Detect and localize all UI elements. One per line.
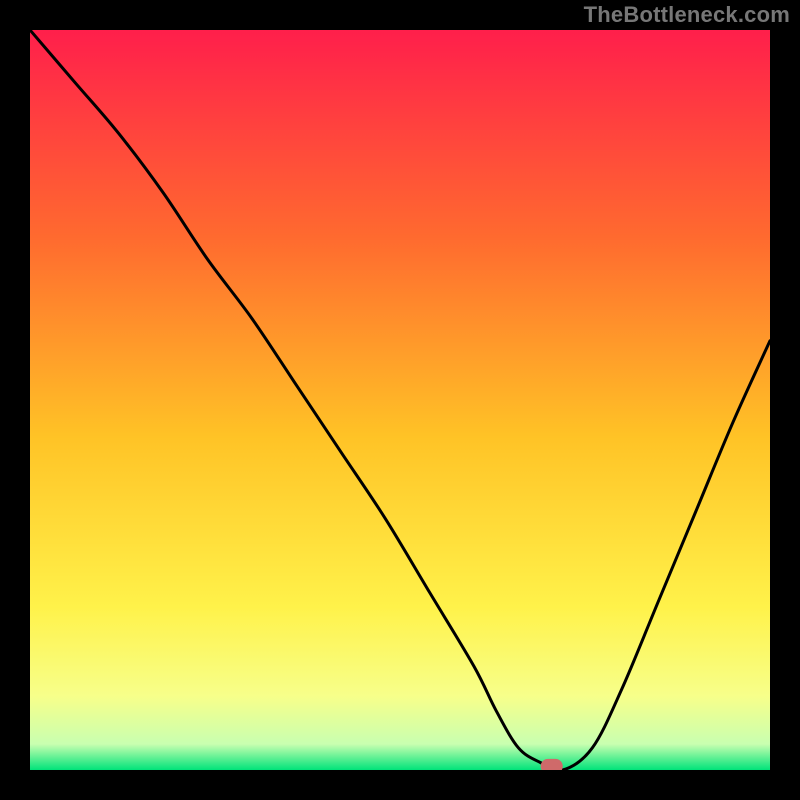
highlight-marker	[541, 759, 563, 770]
plot-area	[30, 30, 770, 770]
chart-frame: TheBottleneck.com	[0, 0, 800, 800]
watermark-text: TheBottleneck.com	[584, 2, 790, 28]
chart-svg	[30, 30, 770, 770]
gradient-background	[30, 30, 770, 770]
